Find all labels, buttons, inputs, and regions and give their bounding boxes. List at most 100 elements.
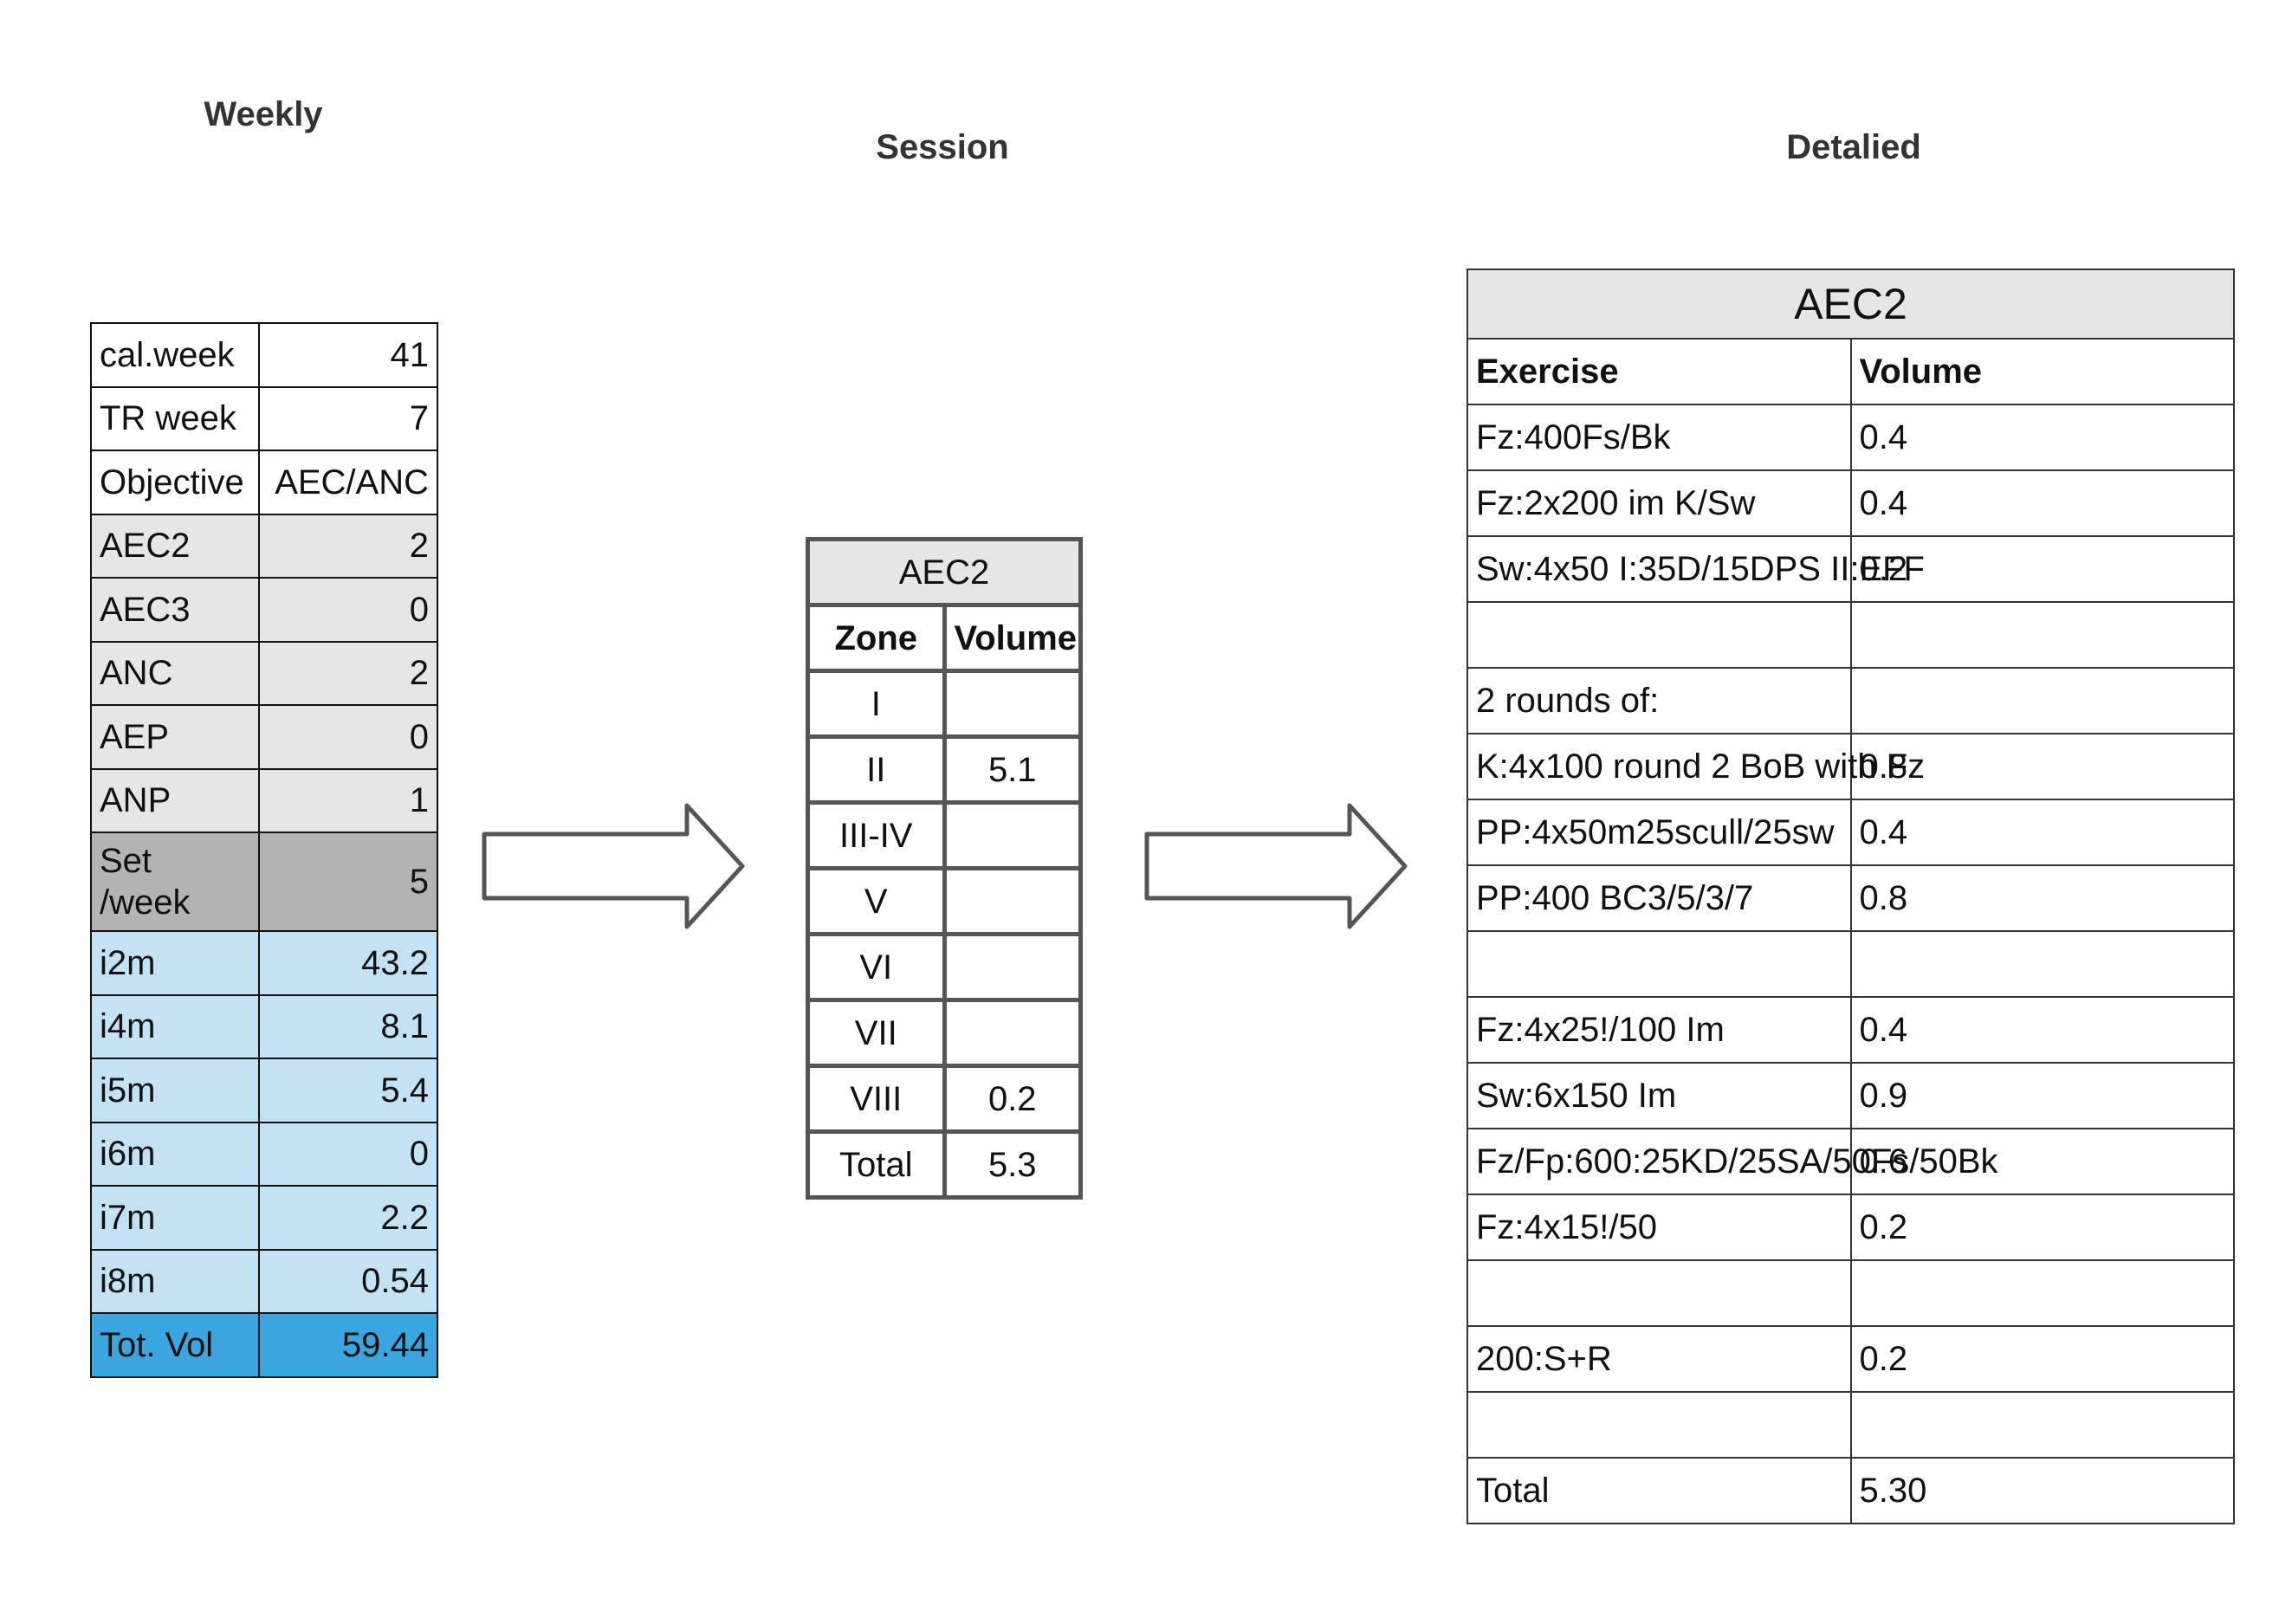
exercise-cell: PP:4x50m25scull/25sw: [1466, 799, 1852, 866]
volume-cell: 0.4: [1849, 996, 2235, 1064]
weekly-row: ANC 2: [90, 640, 438, 706]
session-row: III-IV: [806, 800, 1083, 870]
weekly-row: i5m 5.4: [90, 1058, 438, 1123]
exercise-cell: Fz/Fp:600:25KD/25SA/50Fs/50Bk: [1466, 1128, 1998, 1195]
weekly-value: 5.4: [258, 1058, 438, 1123]
exercise-header: Exercise: [1466, 338, 1852, 405]
volume-cell: [1849, 601, 2235, 669]
detail-row: Fz:4x25!/100 Im 0.4: [1466, 996, 2235, 1064]
weekly-label: i8m: [90, 1248, 260, 1314]
right-arrow-icon: [482, 803, 745, 929]
weekly-table: cal.week 41 TR week 7 Objective AEC/ANC AEC2 2 A…: [90, 322, 438, 1378]
detail-row: 200:S+R 0.2: [1466, 1325, 2235, 1393]
weekly-row: Tot. Vol 59.44: [90, 1312, 438, 1378]
weekly-label: Set /week: [90, 831, 260, 932]
weekly-label: i2m: [90, 930, 260, 996]
detail-row: Fz:2x200 im K/Sw 0.4: [1466, 469, 2235, 537]
weekly-row: TR week 7: [90, 385, 438, 451]
weekly-label: TR week: [90, 385, 260, 451]
weekly-row: cal.week 41: [90, 322, 438, 388]
detail-row: Fz:400Fs/Bk 0.4: [1466, 404, 2235, 471]
volume-cell: 0.4: [1849, 469, 2235, 537]
weekly-row: i6m 0: [90, 1121, 438, 1187]
session-title: AEC2: [806, 537, 1083, 607]
zone-cell: VII: [806, 998, 947, 1068]
weekly-row: ANP 1: [90, 767, 438, 833]
weekly-label: i7m: [90, 1185, 260, 1251]
exercise-cell: 200:S+R: [1466, 1325, 1852, 1393]
weekly-label: AEP: [90, 704, 260, 770]
detail-row: [1466, 1259, 2235, 1327]
volume-cell: [1849, 1391, 2235, 1459]
detail-row: PP:4x50m25scull/25sw 0.4: [1466, 799, 2235, 866]
weekly-label: ANC: [90, 640, 260, 706]
volume-cell: [942, 866, 1083, 936]
exercise-cell: Total: [1466, 1457, 1852, 1524]
volume-cell: [1849, 667, 2235, 734]
volume-cell: [942, 998, 1083, 1068]
session-row: VII: [806, 998, 1083, 1068]
session-row: I: [806, 669, 1083, 739]
detail-row: [1466, 601, 2235, 669]
weekly-label: cal.week: [90, 322, 260, 388]
volume-cell: 5.30: [1849, 1457, 2235, 1524]
exercise-cell: Sw:6x150 Im: [1466, 1062, 1852, 1129]
weekly-label: AEC3: [90, 577, 260, 643]
exercise-cell: Fz:4x15!/50: [1466, 1194, 1852, 1261]
exercise-cell: [1466, 601, 1852, 669]
exercise-cell: [1466, 930, 1852, 998]
detail-row: Sw:6x150 Im 0.9: [1466, 1062, 2235, 1129]
volume-cell: [942, 932, 1083, 1002]
weekly-label: i6m: [90, 1121, 260, 1187]
session-row: VIII 0.2: [806, 1064, 1083, 1134]
zone-cell: Total: [806, 1129, 947, 1200]
weekly-row: AEC3 0: [90, 577, 438, 643]
weekly-row: Objective AEC/ANC: [90, 450, 438, 515]
volume-cell: 0.2: [942, 1064, 1083, 1134]
session-heading: Session: [876, 128, 1009, 166]
weekly-value: 2: [258, 640, 438, 706]
weekly-value: 1: [258, 767, 438, 833]
zone-cell: II: [806, 734, 947, 805]
volume-cell: 0.4: [1849, 799, 2235, 866]
volume-header: Volume: [1849, 338, 2235, 405]
weekly-row: i7m 2.2: [90, 1185, 438, 1251]
weekly-label: AEC2: [90, 513, 260, 579]
detail-row: Fz:4x15!/50 0.2: [1466, 1194, 2235, 1261]
session-row: II 5.1: [806, 734, 1083, 805]
weekly-value: 41: [258, 322, 438, 388]
volume-cell: 5.1: [942, 734, 1083, 805]
weekly-row: Set /week 5: [90, 831, 438, 932]
weekly-value: 59.44: [258, 1312, 438, 1378]
weekly-value: 7: [258, 385, 438, 451]
weekly-label: i5m: [90, 1058, 260, 1123]
session-row: VI: [806, 932, 1083, 1002]
weekly-value: 0: [258, 704, 438, 770]
volume-cell: 0.2: [1849, 1194, 2235, 1261]
exercise-cell: 2 rounds of:: [1466, 667, 1852, 734]
weekly-label: Objective: [90, 450, 260, 515]
session-row: Total 5.3: [806, 1129, 1083, 1200]
exercise-cell: Sw:4x50 I:35D/15DPS II:EFF: [1466, 535, 1925, 603]
zone-cell: I: [806, 669, 947, 739]
weekly-value: 2.2: [258, 1185, 438, 1251]
weekly-value: 0: [258, 577, 438, 643]
session-table: AEC2 Zone Volume I II 5.1 III-IV V VI VII VIII 0…: [806, 537, 1083, 1200]
volume-cell: [942, 800, 1083, 870]
exercise-cell: Fz:2x200 im K/Sw: [1466, 469, 1852, 537]
exercise-cell: Fz:400Fs/Bk: [1466, 404, 1852, 471]
exercise-cell: Fz:4x25!/100 Im: [1466, 996, 1852, 1064]
detail-row: PP:400 BC3/5/3/7 0.8: [1466, 864, 2235, 932]
volume-cell: [1849, 1259, 2235, 1327]
weekly-label: i4m: [90, 993, 260, 1059]
weekly-heading: Weekly: [204, 95, 323, 133]
weekly-value: 5: [258, 831, 438, 932]
weekly-row: AEC2 2: [90, 513, 438, 579]
weekly-value: 8.1: [258, 993, 438, 1059]
weekly-value: 43.2: [258, 930, 438, 996]
exercise-cell: [1466, 1259, 1852, 1327]
detail-row: Fz/Fp:600:25KD/25SA/50Fs/50Bk 0.6: [1466, 1128, 2235, 1195]
detail-row: [1466, 1391, 2235, 1459]
detail-row: [1466, 930, 2235, 998]
weekly-label: Tot. Vol: [90, 1312, 260, 1378]
